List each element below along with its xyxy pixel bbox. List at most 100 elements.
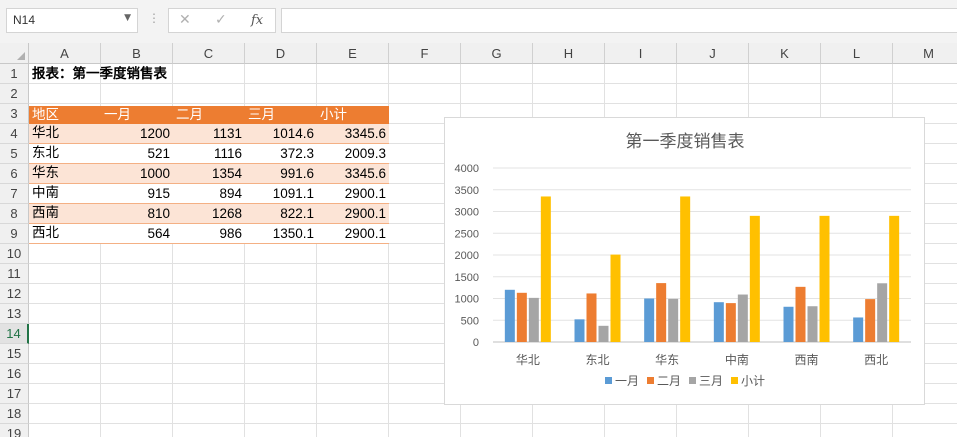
bar-三月-西南 (807, 306, 818, 342)
row-header-1[interactable]: 1 (0, 64, 29, 84)
value-cell[interactable]: 3345.6 (317, 124, 389, 143)
row-header-8[interactable]: 8 (0, 204, 29, 224)
check-icon[interactable]: ✓ (215, 12, 227, 28)
column-header-m[interactable]: M (893, 43, 957, 64)
header-region[interactable]: 地区 (29, 106, 101, 125)
column-header-f[interactable]: F (389, 43, 461, 64)
value-cell[interactable]: 1354 (173, 164, 245, 183)
value-cell[interactable]: 894 (173, 184, 245, 203)
region-cell[interactable]: 西南 (29, 204, 101, 223)
header-subtotal[interactable]: 小计 (317, 106, 389, 125)
value-cell[interactable]: 810 (101, 204, 173, 223)
value-cell[interactable]: 2900.1 (317, 204, 389, 223)
bar-二月-西北 (865, 299, 876, 342)
value-cell[interactable]: 1091.1 (245, 184, 317, 203)
x-tick-label: 华北 (516, 353, 540, 367)
column-header-e[interactable]: E (317, 43, 389, 64)
value-cell[interactable]: 915 (101, 184, 173, 203)
value-cell[interactable]: 1131 (173, 124, 245, 143)
row-header-16[interactable]: 16 (0, 364, 29, 384)
column-header-a[interactable]: A (29, 43, 101, 64)
value-cell[interactable]: 1116 (173, 144, 245, 163)
value-cell[interactable]: 822.1 (245, 204, 317, 223)
header-mar[interactable]: 三月 (245, 106, 317, 125)
value-cell[interactable]: 1014.6 (245, 124, 317, 143)
bar-二月-西南 (795, 286, 806, 342)
value-cell[interactable]: 564 (101, 224, 173, 243)
row-header-10[interactable]: 10 (0, 244, 29, 264)
value-cell[interactable]: 2009.3 (317, 144, 389, 163)
column-header-c[interactable]: C (173, 43, 245, 64)
column-header-k[interactable]: K (749, 43, 821, 64)
region-cell[interactable]: 华东 (29, 164, 101, 183)
formula-input[interactable] (281, 8, 957, 33)
formula-buttons: ✕ ✓ fx (168, 8, 276, 33)
row-header-18[interactable]: 18 (0, 404, 29, 424)
value-cell[interactable]: 1200 (101, 124, 173, 143)
column-header-i[interactable]: I (605, 43, 677, 64)
row-header-6[interactable]: 6 (0, 164, 29, 184)
value-cell[interactable]: 2900.1 (317, 184, 389, 203)
value-cell[interactable]: 2900.1 (317, 224, 389, 243)
name-box[interactable]: N14 ▼ (6, 8, 138, 33)
value-cell[interactable]: 3345.6 (317, 164, 389, 183)
value-cell[interactable]: 372.3 (245, 144, 317, 163)
row-header-9[interactable]: 9 (0, 224, 29, 244)
row-header-15[interactable]: 15 (0, 344, 29, 364)
region-cell[interactable]: 华北 (29, 124, 101, 143)
bar-小计-西南 (819, 215, 830, 342)
column-header-j[interactable]: J (677, 43, 749, 64)
row-header-14[interactable]: 14 (0, 324, 29, 344)
insert-function-icon[interactable]: fx (251, 13, 263, 28)
row-header-19[interactable]: 19 (0, 424, 29, 437)
x-tick-label: 西南 (794, 352, 818, 367)
column-header-h[interactable]: H (533, 43, 605, 64)
header-jan[interactable]: 一月 (101, 106, 173, 125)
value-cell[interactable]: 991.6 (245, 164, 317, 183)
legend-swatch (647, 377, 654, 384)
row-header-4[interactable]: 4 (0, 124, 29, 144)
cancel-icon[interactable]: ✕ (179, 12, 191, 28)
report-title[interactable]: 报表：第一季度销售表 (29, 65, 329, 84)
row-header-2[interactable]: 2 (0, 84, 29, 104)
bar-一月-华东 (644, 298, 655, 342)
y-tick-label: 1000 (455, 294, 479, 306)
bar-一月-东北 (574, 319, 585, 342)
legend-label: 二月 (657, 374, 681, 388)
column-header-d[interactable]: D (245, 43, 317, 64)
y-tick-label: 4000 (455, 163, 479, 175)
row-header-3[interactable]: 3 (0, 104, 29, 124)
chevron-down-icon[interactable]: ▼ (124, 13, 131, 23)
sales-chart[interactable]: 第一季度销售表 0 500 1000 1500 2000 2500 3000 3500 4000… (444, 117, 925, 405)
spreadsheet-grid[interactable]: ABCDEFGHIJKLM 1 2 3 4 5 6 7 8 9 10 11 12 13 14 15 16 17 1… (0, 43, 957, 437)
column-header-g[interactable]: G (461, 43, 533, 64)
row-header-12[interactable]: 12 (0, 284, 29, 304)
y-tick-label: 3500 (455, 185, 479, 197)
row-header-7[interactable]: 7 (0, 184, 29, 204)
y-tick-label: 2000 (455, 250, 479, 262)
y-tick-label: 1500 (455, 272, 479, 284)
value-cell[interactable]: 1000 (101, 164, 173, 183)
legend-swatch (605, 377, 612, 384)
region-cell[interactable]: 西北 (29, 224, 101, 243)
value-cell[interactable]: 1268 (173, 204, 245, 223)
bar-三月-西北 (877, 283, 888, 342)
region-cell[interactable]: 东北 (29, 144, 101, 163)
header-feb[interactable]: 二月 (173, 106, 245, 125)
region-cell[interactable]: 中南 (29, 184, 101, 203)
value-cell[interactable]: 986 (173, 224, 245, 243)
value-cell[interactable]: 521 (101, 144, 173, 163)
bar-小计-华东 (680, 196, 691, 342)
row-header-11[interactable]: 11 (0, 264, 29, 284)
value-cell[interactable]: 1350.1 (245, 224, 317, 243)
bar-小计-西北 (889, 215, 900, 342)
row-header-13[interactable]: 13 (0, 304, 29, 324)
row-header-17[interactable]: 17 (0, 384, 29, 404)
legend-label: 一月 (615, 374, 639, 388)
select-all-button[interactable] (0, 43, 29, 64)
column-header-b[interactable]: B (101, 43, 173, 64)
row-header-5[interactable]: 5 (0, 144, 29, 164)
column-header-l[interactable]: L (821, 43, 893, 64)
more-options-icon: ⋮ (148, 11, 160, 25)
bar-二月-华东 (656, 283, 667, 342)
